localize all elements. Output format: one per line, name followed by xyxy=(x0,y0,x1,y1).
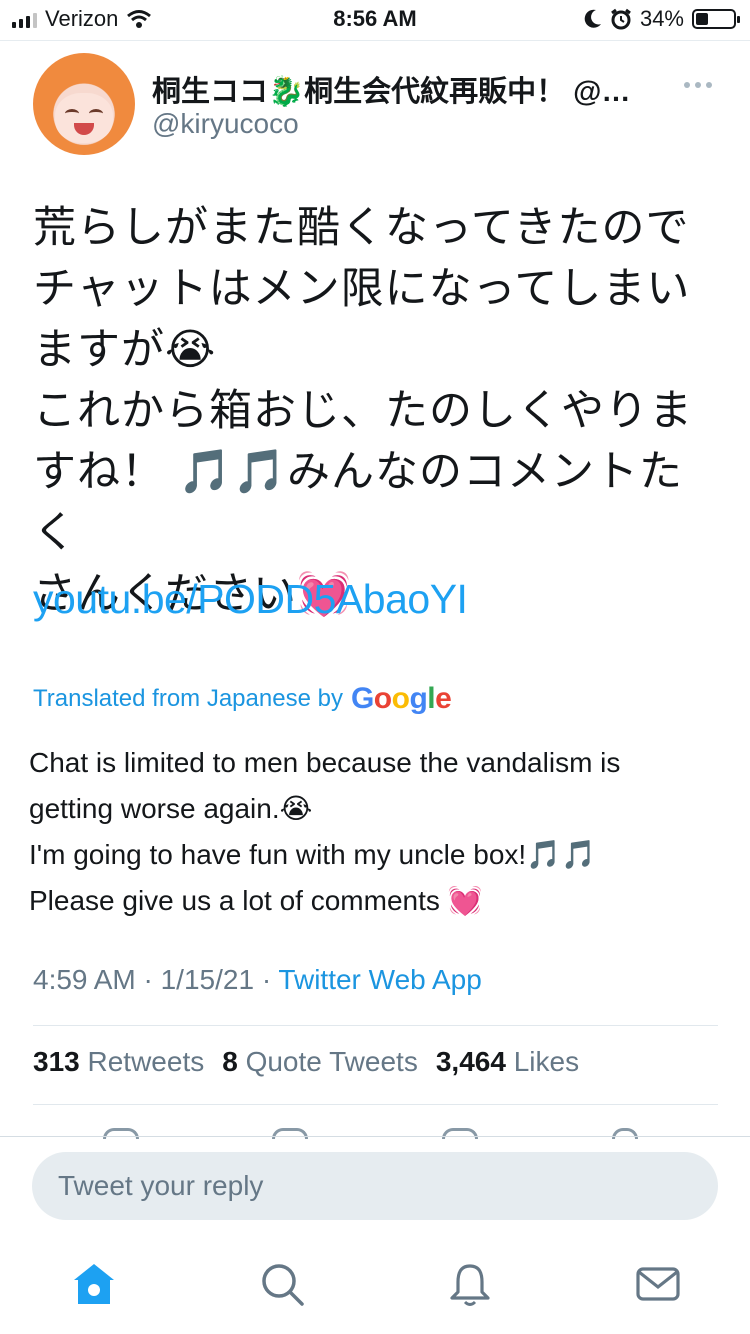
avatar-eye xyxy=(89,109,103,118)
home-icon[interactable] xyxy=(70,1260,118,1308)
tweet-text-line: これから箱おじ、たのしくやりま xyxy=(33,387,693,435)
tweet-text: 荒らしがまた酷くなってきたので チャットはメン限になってしまい ますが😭 これか… xyxy=(33,198,723,625)
search-icon[interactable] xyxy=(258,1260,306,1308)
translation-line: Chat is limited to men because the vanda… xyxy=(29,747,621,778)
divider xyxy=(33,1104,718,1105)
reply-icon[interactable] xyxy=(103,1128,139,1139)
tab-bar xyxy=(0,1240,750,1334)
avatar-face xyxy=(55,93,113,143)
translation-line: getting worse again.😭 xyxy=(29,793,313,824)
retweets-count: 313 xyxy=(33,1046,80,1077)
notifications-icon[interactable] xyxy=(446,1260,494,1308)
reply-input[interactable]: Tweet your reply xyxy=(32,1152,718,1220)
battery-percent: 34% xyxy=(639,6,684,31)
likes-count: 3,464 xyxy=(435,1046,506,1077)
quote-tweets-stat[interactable]: 8 Quote Tweets xyxy=(222,1046,418,1078)
google-logo: Google xyxy=(350,682,452,715)
share-icon[interactable] xyxy=(612,1128,638,1139)
avatar-eye xyxy=(65,109,79,118)
tweet-text-line: ますが😭 xyxy=(33,326,217,374)
translation-line: I'm going to have fun with my uncle box!… xyxy=(29,839,596,870)
like-icon[interactable] xyxy=(442,1128,478,1139)
retweets-stat[interactable]: 313 Retweets xyxy=(33,1046,204,1078)
alarm-icon xyxy=(611,8,631,30)
author-handle[interactable]: @kiryucoco xyxy=(152,108,299,140)
tweet-link[interactable]: youtu.be/PODD5AbaoYI xyxy=(33,576,468,623)
tweet-text-line: チャットはメン限になってしまい xyxy=(33,265,691,313)
tweet-stats: 313 Retweets 8 Quote Tweets 3,464 Likes xyxy=(33,1046,579,1078)
quote-label: Quote Tweets xyxy=(245,1046,418,1077)
translation-line: Please give us a lot of comments 💓 xyxy=(29,885,483,916)
author-name[interactable]: 桐生ココ🐉桐生会代紋再販中！ @… xyxy=(152,68,652,110)
tweet-text-line: 荒らしがまた酷くなってきたので xyxy=(33,204,690,252)
timestamp: 4:59 AM · 1/15/21 · xyxy=(33,964,279,995)
translation-attribution[interactable]: Translated from Japanese by Google xyxy=(33,682,452,716)
quote-count: 8 xyxy=(222,1046,238,1077)
likes-stat[interactable]: 3,464 Likes xyxy=(436,1046,579,1078)
battery-level xyxy=(696,13,708,25)
translation-text: Chat is limited to men because the vanda… xyxy=(29,740,719,924)
divider xyxy=(33,1025,718,1026)
status-bar: Verizon 8:56 AM 34% xyxy=(0,0,750,40)
divider xyxy=(0,40,750,41)
tweet-source[interactable]: Twitter Web App xyxy=(278,964,481,995)
tweet-meta: 4:59 AM · 1/15/21 · Twitter Web App xyxy=(33,964,482,996)
reply-placeholder: Tweet your reply xyxy=(58,1170,264,1201)
likes-label: Likes xyxy=(513,1046,580,1077)
retweet-icon[interactable] xyxy=(272,1128,308,1139)
avatar[interactable] xyxy=(33,53,135,155)
tweet-text-line: すね！ 🎵🎵みんなのコメントたく xyxy=(33,448,684,557)
more-options-icon[interactable] xyxy=(684,82,712,88)
translated-label: Translated from Japanese by xyxy=(33,685,343,712)
messages-icon[interactable] xyxy=(634,1260,682,1308)
moon-icon xyxy=(584,9,601,28)
divider xyxy=(0,1136,750,1137)
battery-icon xyxy=(692,9,740,29)
retweets-label: Retweets xyxy=(87,1046,205,1077)
